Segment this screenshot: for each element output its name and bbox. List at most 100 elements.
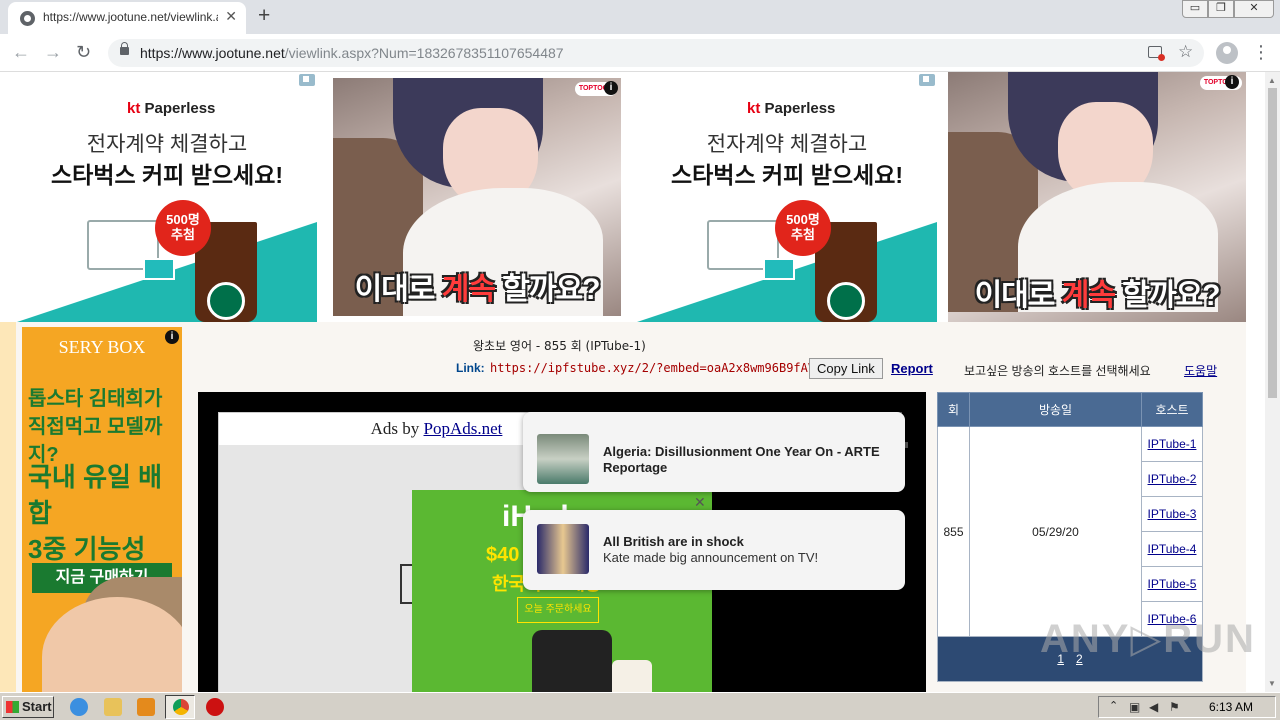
lock-icon[interactable] (120, 42, 129, 55)
ad-brand: SERY BOX (58, 337, 146, 357)
popads-link[interactable]: PopAds.net (424, 419, 503, 438)
chrome-icon (173, 699, 189, 715)
folder-icon[interactable] (104, 698, 122, 716)
stop-icon[interactable] (206, 698, 224, 716)
ad-choices-icon[interactable] (919, 74, 935, 86)
ad-headline: 전자계약 체결하고 (706, 133, 868, 156)
ad-choices-icon[interactable] (299, 74, 315, 86)
network-icon[interactable]: ▣ (1129, 700, 1140, 714)
new-tab-button[interactable]: + (258, 5, 270, 27)
ad-caption: 이대로 계속 할까요? (354, 273, 601, 306)
host-link[interactable]: IPTube-1 (1148, 437, 1197, 451)
host-link[interactable]: IPTube-2 (1148, 472, 1197, 486)
tab-title: https://www.jootune.net/viewlink.a (43, 10, 218, 24)
notification-popup[interactable]: Algeria: Disillusionment One Year On - A… (523, 412, 905, 492)
sery-box-ad[interactable]: SERY BOX 톱스타 김태희가 직접먹고 모델까지? 국내 유일 배합 3중 기… (22, 327, 182, 692)
kt-paperless-ad[interactable]: kt Paperless 전자계약 체결하고 스타벅스 커피 받으세요! 500… (17, 72, 317, 322)
ad-subheadline: 스타벅스 커피 받으세요! (50, 162, 284, 188)
toptoon-manga-ad[interactable]: TOPTOON 이대로 계속 할까요? (948, 72, 1246, 322)
prize-badge: 500명 추첨 (155, 200, 211, 256)
host-cell: IPTube-3 (1141, 496, 1203, 532)
notification-thumbnail (537, 434, 589, 484)
reload-icon[interactable]: ↻ (76, 40, 91, 64)
notification-title: All British are in shock (603, 534, 744, 549)
close-window-button[interactable]: ✕ (1234, 0, 1274, 18)
column-header: 방송일 (969, 392, 1142, 427)
table-row: 855 05/29/20 IPTube-1 (937, 426, 1203, 637)
ad-info-icon[interactable]: i (1225, 75, 1239, 89)
link-label: Link: (456, 361, 485, 375)
popup-blocked-icon[interactable] (1148, 46, 1165, 61)
kt-logo: kt Paperless (127, 100, 216, 117)
globe-icon (20, 11, 35, 26)
mms-envelope-icon (763, 258, 795, 280)
copy-link-button[interactable]: Copy Link (809, 358, 883, 379)
address-bar[interactable]: https://www.jootune.net/viewlink.aspx?Nu… (108, 39, 1204, 67)
flag-icon[interactable]: ⚑ (1169, 700, 1180, 714)
scroll-up-icon[interactable]: ▲ (1268, 76, 1276, 85)
tray-expand-icon[interactable]: ⌃ (1109, 699, 1118, 712)
ad-caption: 이대로 계속 할까요? (974, 279, 1221, 312)
starbucks-logo (827, 282, 865, 320)
ad-info-icon[interactable]: i (165, 330, 179, 344)
browser-toolbar: ← → ↻ https://www.jootune.net/viewlink.a… (0, 34, 1280, 72)
host-link[interactable]: IPTube-5 (1148, 577, 1197, 591)
episode-number-cell: 855 (937, 426, 970, 637)
volume-icon[interactable]: ◀ (1149, 700, 1158, 714)
notification-popup[interactable]: All British are in shock Kate made big a… (523, 510, 905, 590)
scroll-thumb[interactable] (1268, 88, 1277, 398)
ad-illustration (42, 597, 182, 692)
url-text[interactable]: https://www.jootune.net/viewlink.aspx?Nu… (140, 45, 564, 61)
windows-taskbar: Start ⌃ ▣ ◀ ⚑ 6:13 AM (0, 692, 1280, 720)
ad-info-icon[interactable]: i (604, 81, 618, 95)
toptoon-manga-ad[interactable]: TOPTOON 이대로 계속 할까요? (333, 78, 621, 316)
page-viewport: kt Paperless 전자계약 체결하고 스타벅스 커피 받으세요! 500… (0, 72, 1265, 692)
notification-body: Kate made big announcement on TV! (603, 550, 819, 565)
more-menu-icon[interactable]: ⋮ (1252, 42, 1270, 62)
system-tray: ⌃ ▣ ◀ ⚑ 6:13 AM (1098, 696, 1276, 718)
column-header: 호스트 (1141, 392, 1203, 427)
start-button[interactable]: Start (2, 696, 54, 718)
ad-headline: 전자계약 체결하고 (86, 133, 248, 156)
host-prompt: 보고싶은 방송의 호스트를 선택해세요 (964, 364, 1151, 378)
notification-title: Algeria: Disillusionment One Year On - A… (603, 444, 880, 475)
product-image (612, 660, 652, 692)
profile-avatar-icon[interactable] (1216, 42, 1238, 64)
maximize-button[interactable]: ❐ (1208, 0, 1234, 18)
broadcast-date-cell: 05/29/20 (969, 426, 1142, 637)
notification-thumbnail (537, 524, 589, 574)
host-cell: IPTube-2 (1141, 461, 1203, 497)
chrome-taskbar-button[interactable] (165, 695, 195, 719)
host-link[interactable]: IPTube-4 (1148, 542, 1197, 556)
kt-logo: kt Paperless (747, 100, 836, 117)
ad-price: $40 (486, 544, 520, 566)
link-url[interactable]: https://ipfstube.xyz/2/?embed=oaA2x8wm96… (490, 361, 830, 375)
ad-headline: 톱스타 김태희가 직접먹고 모델까지? (28, 388, 163, 466)
prize-badge: 500명 추첨 (775, 200, 831, 256)
starbucks-logo (207, 282, 245, 320)
bookmark-star-icon[interactable]: ☆ (1178, 42, 1193, 62)
ad-subheadline: 국내 유일 배합 3중 기능성 (28, 462, 163, 564)
media-player-icon[interactable] (137, 698, 155, 716)
vertical-scrollbar[interactable]: ▲ ▼ (1265, 72, 1280, 692)
link-row: Link: https://ipfstube.xyz/2/?embed=oaA2… (456, 361, 830, 375)
anyrun-watermark: ANY▷RUN (1040, 617, 1256, 661)
kt-paperless-ad[interactable]: kt Paperless 전자계약 체결하고 스타벅스 커피 받으세요! 500… (637, 72, 937, 322)
tab-close-icon[interactable]: ✕ (225, 8, 237, 25)
host-link[interactable]: IPTube-3 (1148, 507, 1197, 521)
host-cell: IPTube-4 (1141, 531, 1203, 567)
help-link[interactable]: 도움말 (1184, 362, 1217, 379)
forward-icon[interactable]: → (44, 40, 62, 64)
minimize-button[interactable]: ▭ (1182, 0, 1208, 18)
column-header: 회 (937, 392, 970, 427)
browser-tab[interactable]: https://www.jootune.net/viewlink.a ✕ (8, 2, 246, 34)
close-icon[interactable]: ✕ (694, 494, 706, 511)
scroll-down-icon[interactable]: ▼ (1268, 679, 1276, 688)
clock: 6:13 AM (1209, 700, 1254, 714)
back-icon[interactable]: ← (12, 40, 30, 64)
order-today-button[interactable]: 오늘 주문하세요 (517, 597, 599, 623)
mms-envelope-icon (143, 258, 175, 280)
report-link[interactable]: Report (891, 361, 933, 376)
internet-explorer-icon[interactable] (70, 698, 88, 716)
product-image (532, 630, 612, 692)
